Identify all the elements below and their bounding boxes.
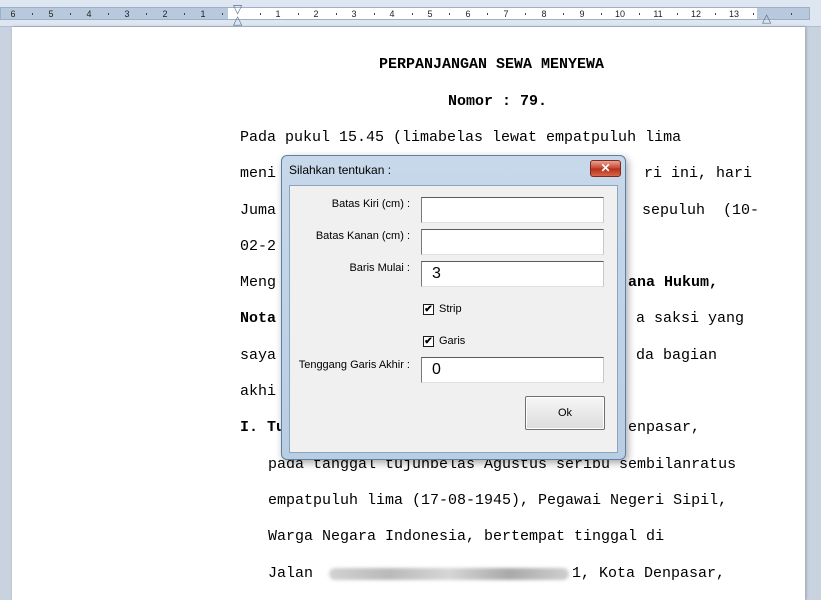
ruler-tick <box>449 13 451 15</box>
ruler-number: 8 <box>541 9 547 19</box>
doc-line: sepuluh (10- <box>642 202 760 219</box>
baris-mulai-input[interactable]: 3 <box>421 261 604 287</box>
ruler-number: 1 <box>275 9 281 19</box>
tenggang-label: Tenggang Garis Akhir : <box>298 359 410 371</box>
ruler-tick <box>563 13 565 15</box>
redacted-address <box>329 568 569 580</box>
baris-mulai-label: Baris Mulai : <box>349 262 410 274</box>
batas-kiri-input[interactable] <box>421 197 604 223</box>
ruler-tick <box>677 13 679 15</box>
ruler-number: 6 <box>10 9 16 19</box>
ruler-tick <box>639 13 641 15</box>
hanging-indent-marker[interactable]: △ <box>233 14 242 26</box>
dialog-body: Batas Kiri (cm) : Batas Kanan (cm) : Bar… <box>289 185 618 453</box>
doc-line: Nota <box>240 310 277 327</box>
batas-kanan-label: Batas Kanan (cm) : <box>315 230 410 242</box>
doc-line: 1, Kota Denpasar, <box>572 565 726 582</box>
doc-line: meni <box>240 165 277 182</box>
ruler-number: 11 <box>653 9 663 19</box>
ruler-tick <box>69 13 71 15</box>
doc-line: a saksi yang <box>636 310 745 327</box>
ruler-number: 10 <box>614 9 626 19</box>
strip-checkbox[interactable]: ✔ <box>423 303 434 315</box>
ruler-tick <box>32 13 33 15</box>
doc-line: Pada pukul 15.45 (limabelas lewat empatp… <box>240 129 682 146</box>
doc-line: Warga Negara Indonesia, bertempat tingga… <box>268 528 665 545</box>
doc-line: Meng <box>240 274 277 291</box>
ruler-tick <box>487 13 489 15</box>
strip-label: Strip <box>439 303 462 315</box>
doc-line: enpasar, <box>628 419 701 436</box>
ruler-tick <box>753 13 755 15</box>
ruler-number: 3 <box>351 9 357 19</box>
garis-checkbox[interactable]: ✔ <box>423 335 434 347</box>
doc-line: ri ini, hari <box>644 165 753 182</box>
document-number: Nomor : 79. <box>448 93 548 110</box>
ruler-number: 3 <box>124 9 130 19</box>
right-indent-marker[interactable]: △ <box>762 12 771 24</box>
ruler-number: 5 <box>48 9 54 19</box>
ruler-tick <box>335 13 337 15</box>
document-title: PERPANJANGAN SEWA MENYEWA <box>379 56 605 73</box>
doc-line: ana Hukum, <box>628 274 719 291</box>
ruler-tick <box>183 13 185 15</box>
doc-line: I. Tu <box>240 419 286 436</box>
ruler-number: 4 <box>389 9 395 19</box>
strip-checkbox-row[interactable]: ✔ Strip <box>423 303 462 315</box>
ruler-strip[interactable]: 6 5 4 3 2 1 1 2 3 4 5 6 7 8 9 10 11 12 1… <box>0 7 810 20</box>
ruler-tick <box>791 13 792 15</box>
ruler-number: 1 <box>200 9 206 19</box>
ruler-number: 6 <box>465 9 471 19</box>
doc-line: Jalan <box>268 565 314 582</box>
close-icon: ✕ <box>600 161 611 175</box>
ruler-number: 2 <box>313 9 319 19</box>
silahkan-tentukan-dialog: Silahkan tentukan : ✕ Batas Kiri (cm) : … <box>281 155 626 460</box>
tenggang-input[interactable]: 0 <box>421 357 604 383</box>
garis-checkbox-row[interactable]: ✔ Garis <box>423 335 465 347</box>
ruler-left-margin <box>1 8 228 19</box>
ruler-tick <box>373 13 375 15</box>
ok-button[interactable]: Ok <box>525 396 605 430</box>
ruler-tick <box>107 13 109 15</box>
ruler-tick <box>145 13 147 15</box>
close-button[interactable]: ✕ <box>590 160 621 177</box>
ruler-tick <box>221 13 223 15</box>
ruler-number: 7 <box>503 9 509 19</box>
doc-line: akhi <box>240 383 277 400</box>
ruler-number: 4 <box>86 9 92 19</box>
doc-line: da bagian <box>636 347 718 364</box>
ruler-number: 5 <box>427 9 433 19</box>
garis-label: Garis <box>439 335 466 347</box>
ruler-tick <box>411 13 413 15</box>
ruler-number: 12 <box>690 9 702 19</box>
ruler-number: 9 <box>579 9 585 19</box>
doc-line: empatpuluh lima (17-08-1945), Pegawai Ne… <box>268 492 728 509</box>
batas-kanan-input[interactable] <box>421 229 604 255</box>
ruler-tick <box>525 13 527 15</box>
ruler-tick <box>259 13 261 15</box>
ruler-tick <box>297 13 299 15</box>
ruler-number: 2 <box>162 9 168 19</box>
ruler-number: 13 <box>728 9 740 19</box>
dialog-title: Silahkan tentukan : <box>289 163 392 177</box>
ruler-tick <box>601 13 603 15</box>
ruler-tick <box>715 13 717 15</box>
batas-kiri-label: Batas Kiri (cm) : <box>331 198 410 210</box>
horizontal-ruler[interactable]: 6 5 4 3 2 1 1 2 3 4 5 6 7 8 9 10 11 12 1… <box>0 0 821 27</box>
